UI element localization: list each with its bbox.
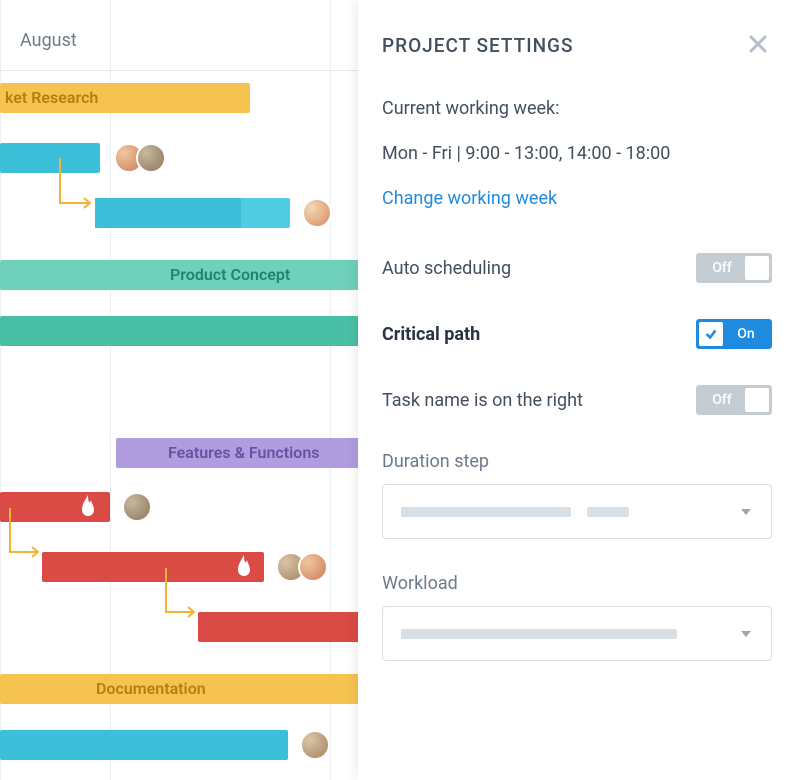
dropdown-placeholder [401, 507, 739, 517]
task-name-right-row: Task name is on the right Off [382, 385, 772, 415]
group-label: ket Research [5, 88, 98, 107]
task-name-right-label: Task name is on the right [382, 390, 583, 411]
gantt-chart: August ket Research Product Concept Feat… [0, 0, 360, 780]
avatar[interactable] [136, 143, 166, 173]
task-bar[interactable] [198, 612, 360, 642]
auto-scheduling-label: Auto scheduling [382, 258, 511, 279]
chevron-down-icon [739, 627, 753, 641]
auto-scheduling-row: Auto scheduling Off [382, 253, 772, 283]
task-bar[interactable] [95, 198, 290, 228]
avatar[interactable] [298, 552, 328, 582]
toggle-knob [745, 256, 769, 280]
avatar[interactable] [122, 492, 152, 522]
task-bar[interactable] [42, 552, 264, 582]
avatar[interactable] [300, 730, 330, 760]
working-week-value: Mon - Fri | 9:00 - 13:00, 14:00 - 18:00 [382, 143, 772, 164]
panel-title: PROJECT SETTINGS [382, 34, 574, 57]
group-label: Documentation [96, 679, 206, 698]
workload-dropdown[interactable] [382, 606, 772, 661]
flame-icon [232, 554, 256, 578]
task-name-right-toggle[interactable]: Off [696, 385, 772, 415]
dropdown-placeholder [401, 629, 739, 639]
critical-path-row: Critical path On [382, 319, 772, 349]
flame-icon [76, 494, 100, 518]
working-week-label: Current working week: [382, 98, 772, 119]
avatar[interactable] [302, 198, 332, 228]
critical-path-toggle[interactable]: On [696, 319, 772, 349]
workload-label: Workload [382, 573, 772, 594]
task-bar[interactable] [0, 730, 288, 760]
change-working-week-link[interactable]: Change working week [382, 188, 772, 209]
project-settings-panel: PROJECT SETTINGS Current working week: M… [358, 0, 800, 780]
close-button[interactable] [746, 32, 772, 58]
toggle-knob [745, 388, 769, 412]
group-label: Product Concept [170, 265, 290, 284]
check-icon [704, 327, 718, 341]
task-bar[interactable] [0, 316, 360, 346]
chevron-down-icon [739, 505, 753, 519]
toggle-knob [699, 322, 723, 346]
auto-scheduling-toggle[interactable]: Off [696, 253, 772, 283]
close-icon [746, 32, 770, 56]
duration-step-label: Duration step [382, 451, 772, 472]
month-label: August [20, 30, 77, 51]
group-label: Features & Functions [168, 443, 320, 462]
critical-path-label: Critical path [382, 324, 480, 345]
duration-step-dropdown[interactable] [382, 484, 772, 539]
